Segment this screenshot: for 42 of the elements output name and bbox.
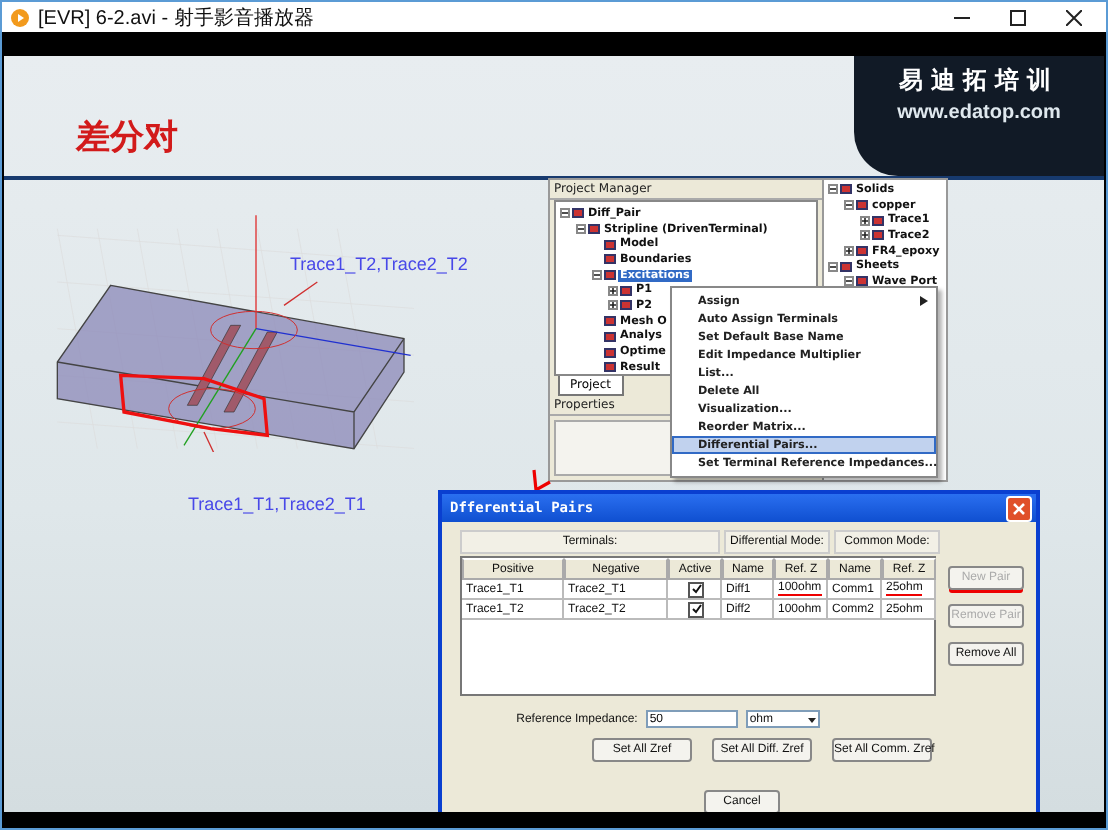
expander-icon[interactable] — [608, 285, 618, 296]
window-title: [EVR] 6-2.avi - 射手影音播放器 — [38, 5, 316, 31]
expander-icon[interactable] — [828, 184, 838, 195]
tree-node-icon — [604, 362, 616, 373]
dropdown-arrow-icon — [805, 713, 818, 725]
expander-icon[interactable] — [828, 261, 838, 272]
logo-name: 易迪拓培训 — [899, 64, 1059, 98]
tree-node-icon — [604, 331, 616, 342]
expander-icon[interactable] — [592, 270, 602, 281]
active-checkbox[interactable] — [688, 601, 704, 617]
close-button[interactable] — [1006, 495, 1032, 521]
tree-node-icon — [588, 224, 600, 235]
tree-node-icon — [572, 208, 584, 219]
player-logo-icon — [10, 7, 30, 27]
port-label: Trace1_T1,Trace2_T1 — [188, 494, 366, 514]
expander-icon[interactable] — [560, 208, 570, 219]
expander-icon[interactable] — [860, 215, 870, 226]
tree-node-icon — [604, 254, 616, 265]
tree-node-icon — [620, 300, 632, 311]
tree-node-icon — [856, 200, 868, 211]
tree-node-icon — [604, 239, 616, 250]
expander-icon[interactable] — [860, 230, 870, 241]
port-label: Trace1_T2,Trace2_T2 — [290, 254, 468, 274]
logo-url: www.edatop.com — [897, 102, 1061, 124]
tree-node-icon — [604, 316, 616, 327]
expander-icon[interactable] — [844, 200, 854, 211]
expander-icon[interactable] — [844, 246, 854, 257]
tree-node-icon — [604, 270, 616, 281]
tree-node-icon — [620, 285, 632, 296]
expander-icon[interactable] — [608, 300, 618, 311]
slide-title: 差分对 — [76, 116, 178, 160]
tree-node-icon — [604, 347, 616, 358]
tree-node-icon — [872, 215, 884, 226]
tree-node-icon — [840, 261, 852, 272]
tree-node-icon — [856, 276, 868, 287]
tree-node-icon — [840, 184, 852, 195]
check-mark-annotation — [528, 466, 552, 494]
active-checkbox[interactable] — [688, 581, 704, 597]
expander-icon[interactable] — [576, 224, 586, 235]
tree-node-icon — [872, 230, 884, 241]
tree-node-icon — [856, 246, 868, 257]
close-icon — [1012, 501, 1026, 515]
